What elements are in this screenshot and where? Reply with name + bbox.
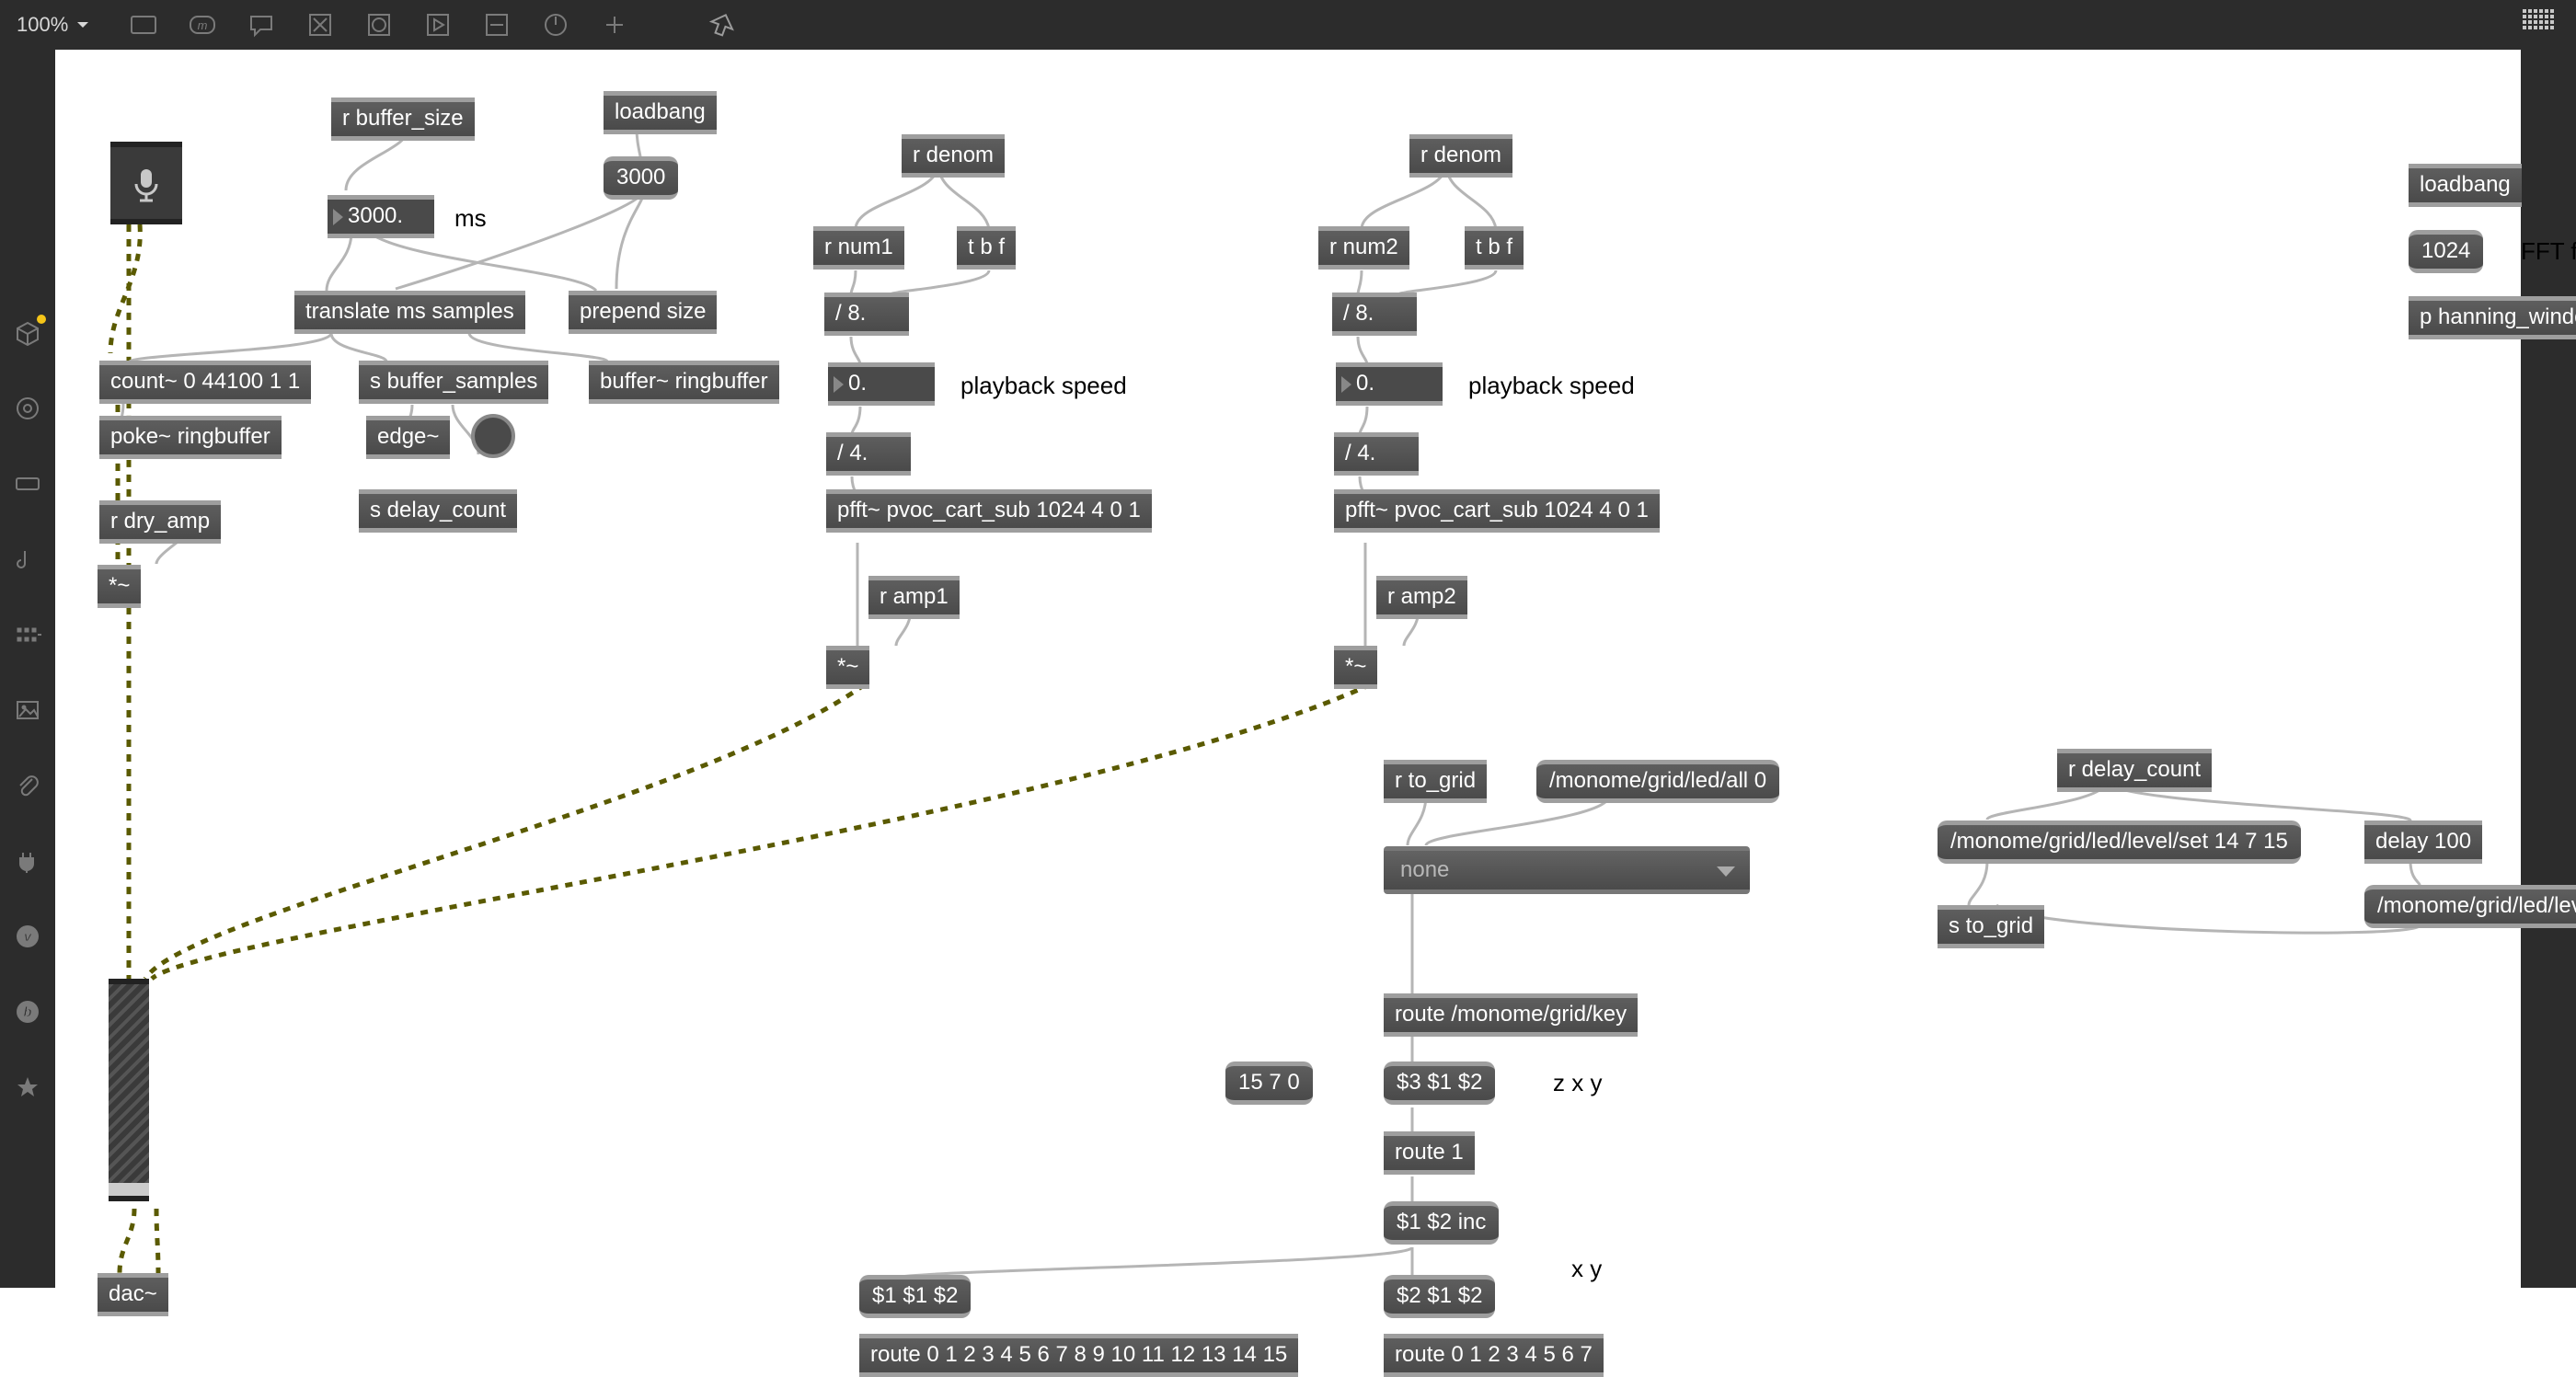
zoom-value: 100%: [17, 13, 68, 37]
clip-icon[interactable]: [11, 769, 44, 802]
tool-bang-icon[interactable]: [361, 6, 397, 43]
obj-times-3[interactable]: *~: [1334, 646, 1377, 689]
tool-presentation-icon[interactable]: [705, 6, 742, 43]
comment-speed-1: playback speed: [960, 372, 1127, 400]
obj-div8-1[interactable]: / 8.: [824, 293, 909, 336]
obj-edge[interactable]: edge~: [366, 416, 450, 459]
obj-s-delay-count[interactable]: s delay_count: [359, 489, 517, 533]
mic-input-icon[interactable]: [110, 142, 182, 224]
patcher-canvas[interactable]: r buffer_size loadbang 3000 3000. ms tra…: [55, 50, 2521, 1288]
obj-r-num1[interactable]: r num1: [813, 226, 904, 270]
comment-speed-2: playback speed: [1468, 372, 1635, 400]
v-icon[interactable]: v: [11, 920, 44, 953]
obj-loadbang[interactable]: loadbang: [604, 91, 717, 134]
obj-tbf-2[interactable]: t b f: [1465, 226, 1524, 270]
num0-1[interactable]: 0.: [828, 362, 935, 406]
obj-dac[interactable]: dac~: [98, 1273, 168, 1316]
umenu-serial-device[interactable]: none: [1384, 846, 1750, 894]
msg-15-7-0[interactable]: 15 7 0: [1225, 1061, 1313, 1105]
obj-delay100[interactable]: delay 100: [2364, 820, 2482, 864]
obj-r-togrid[interactable]: r to_grid: [1384, 760, 1487, 803]
obj-s-togrid[interactable]: s to_grid: [1938, 905, 2044, 948]
note-icon[interactable]: [11, 543, 44, 576]
obj-times-2[interactable]: *~: [826, 646, 869, 689]
obj-prepend[interactable]: prepend size: [569, 291, 717, 334]
obj-div4-1[interactable]: / 4.: [826, 432, 911, 476]
comment-zxy: z x y: [1553, 1069, 1602, 1097]
msg-3000[interactable]: 3000: [604, 156, 678, 200]
msg-2122[interactable]: $2 $1 $2: [1384, 1275, 1495, 1318]
obj-loadbang-2[interactable]: loadbang: [2409, 164, 2522, 207]
obj-times-1[interactable]: *~: [98, 565, 141, 608]
comment-ms: ms: [454, 204, 487, 233]
obj-route-key[interactable]: route /monome/grid/key: [1384, 993, 1638, 1037]
obj-count[interactable]: count~ 0 44100 1 1: [99, 361, 311, 404]
obj-div4-2[interactable]: / 4.: [1334, 432, 1419, 476]
msg-1122[interactable]: $1 $1 $2: [859, 1275, 971, 1318]
obj-r-amp1[interactable]: r amp1: [868, 576, 960, 619]
matrix-icon[interactable]: [11, 618, 44, 651]
obj-route1[interactable]: route 1: [1384, 1131, 1475, 1175]
tool-play-icon[interactable]: [420, 6, 456, 43]
obj-translate[interactable]: translate ms samples: [294, 291, 525, 334]
msg-1024[interactable]: 1024: [2409, 230, 2483, 273]
tool-toggle-icon[interactable]: [302, 6, 339, 43]
tool-plus-icon[interactable]: [596, 6, 633, 43]
right-gutter: [2521, 50, 2576, 1288]
obj-hanning[interactable]: p hanning_window: [2409, 296, 2576, 339]
bang-button[interactable]: [471, 414, 515, 458]
top-toolbar: 100% m: [0, 0, 2576, 50]
gain-slider[interactable]: [109, 979, 149, 1201]
image-icon[interactable]: [11, 694, 44, 727]
msg-level-set-15[interactable]: /monome/grid/led/level/set 14 7 15: [1938, 820, 2301, 864]
obj-pfft-2[interactable]: pfft~ pvoc_cart_sub 1024 4 0 1: [1334, 489, 1660, 533]
star-icon[interactable]: [11, 1071, 44, 1104]
num0-2[interactable]: 0.: [1336, 362, 1443, 406]
msg-level-set-4[interactable]: /monome/grid/led/level/set 14 7 4: [2364, 885, 2576, 928]
obj-r-buffer-size[interactable]: r buffer_size: [331, 98, 475, 141]
target-icon[interactable]: [11, 392, 44, 425]
zoom-dropdown[interactable]: 100%: [17, 13, 103, 37]
obj-route07[interactable]: route 0 1 2 3 4 5 6 7: [1384, 1334, 1604, 1377]
grid-icon[interactable]: [2523, 9, 2558, 41]
obj-poke[interactable]: poke~ ringbuffer: [99, 416, 282, 459]
obj-route015[interactable]: route 0 1 2 3 4 5 6 7 8 9 10 11 12 13 14…: [859, 1334, 1298, 1377]
obj-r-denom-1[interactable]: r denom: [902, 134, 1005, 178]
obj-tbf-1[interactable]: t b f: [957, 226, 1016, 270]
obj-r-denom-2[interactable]: r denom: [1409, 134, 1512, 178]
svg-text:b: b: [23, 1004, 31, 1020]
svg-text:m: m: [198, 18, 208, 32]
tool-comment-icon[interactable]: [243, 6, 280, 43]
tool-dial-icon[interactable]: [537, 6, 574, 43]
package-icon[interactable]: [11, 316, 44, 350]
obj-r-amp2[interactable]: r amp2: [1376, 576, 1467, 619]
plug-icon[interactable]: [11, 844, 44, 878]
msg-led-all-0[interactable]: /monome/grid/led/all 0: [1536, 760, 1779, 803]
tool-message-icon[interactable]: m: [184, 6, 221, 43]
obj-r-num2[interactable]: r num2: [1318, 226, 1409, 270]
tool-slider-icon[interactable]: [478, 6, 515, 43]
obj-r-delay-count[interactable]: r delay_count: [2057, 749, 2212, 792]
obj-pfft-1[interactable]: pfft~ pvoc_cart_sub 1024 4 0 1: [826, 489, 1152, 533]
left-sidebar: v b: [0, 50, 55, 1288]
num-3000[interactable]: 3000.: [328, 195, 434, 238]
obj-div8-2[interactable]: / 8.: [1332, 293, 1417, 336]
msg-12inc[interactable]: $1 $2 inc: [1384, 1201, 1499, 1245]
tool-frame-icon[interactable]: [125, 6, 162, 43]
comment-xy: x y: [1571, 1255, 1602, 1283]
obj-buffer[interactable]: buffer~ ringbuffer: [589, 361, 779, 404]
obj-s-buffer-samples[interactable]: s buffer_samples: [359, 361, 548, 404]
chevron-down-icon: [75, 19, 90, 30]
comment-fft: FFT frame size: [2521, 237, 2576, 266]
msg-312[interactable]: $3 $1 $2: [1384, 1061, 1495, 1105]
b-icon[interactable]: b: [11, 995, 44, 1028]
obj-r-dry-amp[interactable]: r dry_amp: [99, 500, 221, 544]
keyboard-icon[interactable]: [11, 467, 44, 500]
